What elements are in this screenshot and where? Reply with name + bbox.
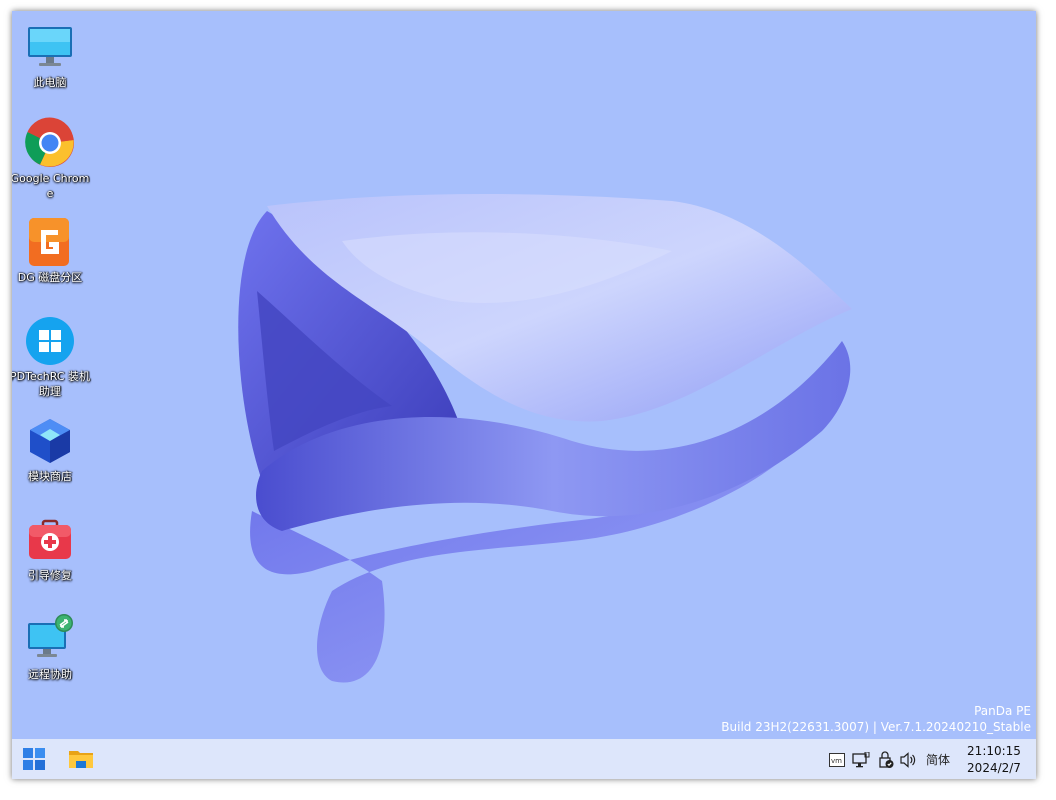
vmware-tray-button[interactable]: vm — [828, 751, 846, 769]
desktop-icon-label: 引导修复 — [28, 569, 72, 582]
input-language-indicator[interactable]: 简体 — [926, 751, 950, 768]
security-icon — [879, 751, 894, 768]
file-explorer-icon — [69, 751, 93, 768]
watermark-build: Build 23H2(22631.3007) | Ver.7.1.2024021… — [721, 720, 1031, 734]
volume-icon — [900, 752, 916, 768]
desktop-icon-label: PDTechRC 装机助理 — [12, 370, 90, 398]
taskbar-clock[interactable]: 21:10:15 2024/2/7 — [964, 743, 1024, 777]
desktop-icon-label: 远程协助 — [28, 668, 72, 681]
network-tray-button[interactable] — [852, 751, 870, 769]
volume-tray-button[interactable] — [900, 751, 918, 769]
build-watermark: PanDa PE Build 23H2(22631.3007) | Ver.7.… — [721, 703, 1031, 735]
network-icon — [852, 752, 870, 768]
file-explorer-button[interactable] — [63, 743, 99, 775]
remote-desktop-icon — [24, 613, 76, 665]
clock-date: 2024/2/7 — [967, 761, 1021, 775]
toolbox-icon — [24, 514, 76, 566]
desktop-icon-this-pc[interactable]: 此电脑 — [12, 21, 92, 90]
vmware-icon: vm — [829, 753, 845, 767]
monitor-icon — [24, 21, 76, 73]
cube-icon — [24, 415, 76, 467]
start-button[interactable] — [16, 743, 52, 775]
desktop-icon-label: DG 磁盘分区 — [17, 271, 83, 284]
desktop-screen: 此电脑 Google Chrome DG 磁盘分区 PDTechRC 装机助理 … — [12, 11, 1036, 779]
desktop-icon-remote-assistance[interactable]: 远程协助 — [12, 613, 92, 682]
taskbar: vm 简体 21:10:15 2024/2/7 — [12, 739, 1036, 779]
chrome-icon — [24, 117, 76, 169]
desktop-icon-dg-disk-partition[interactable]: DG 磁盘分区 — [12, 216, 92, 285]
desktop-icon-label: 模块商店 — [28, 470, 72, 483]
windows-icon — [24, 315, 76, 367]
clock-time: 21:10:15 — [967, 744, 1021, 758]
watermark-product: PanDa PE — [974, 704, 1031, 718]
desktop-icon-boot-repair[interactable]: 引导修复 — [12, 514, 92, 583]
desktop-icon-label: Google Chrome — [12, 172, 90, 200]
windows-start-icon — [23, 748, 45, 770]
desktop-icon-label: 此电脑 — [33, 76, 67, 89]
diskgenius-icon — [24, 216, 76, 268]
desktop-icon-pdtechrc[interactable]: PDTechRC 装机助理 — [12, 315, 92, 399]
security-tray-button[interactable] — [877, 751, 895, 769]
desktop-icon-google-chrome[interactable]: Google Chrome — [12, 117, 92, 201]
desktop-icon-module-store[interactable]: 模块商店 — [12, 415, 92, 484]
svg-text:vm: vm — [831, 757, 842, 765]
wallpaper-bloom — [238, 194, 852, 683]
